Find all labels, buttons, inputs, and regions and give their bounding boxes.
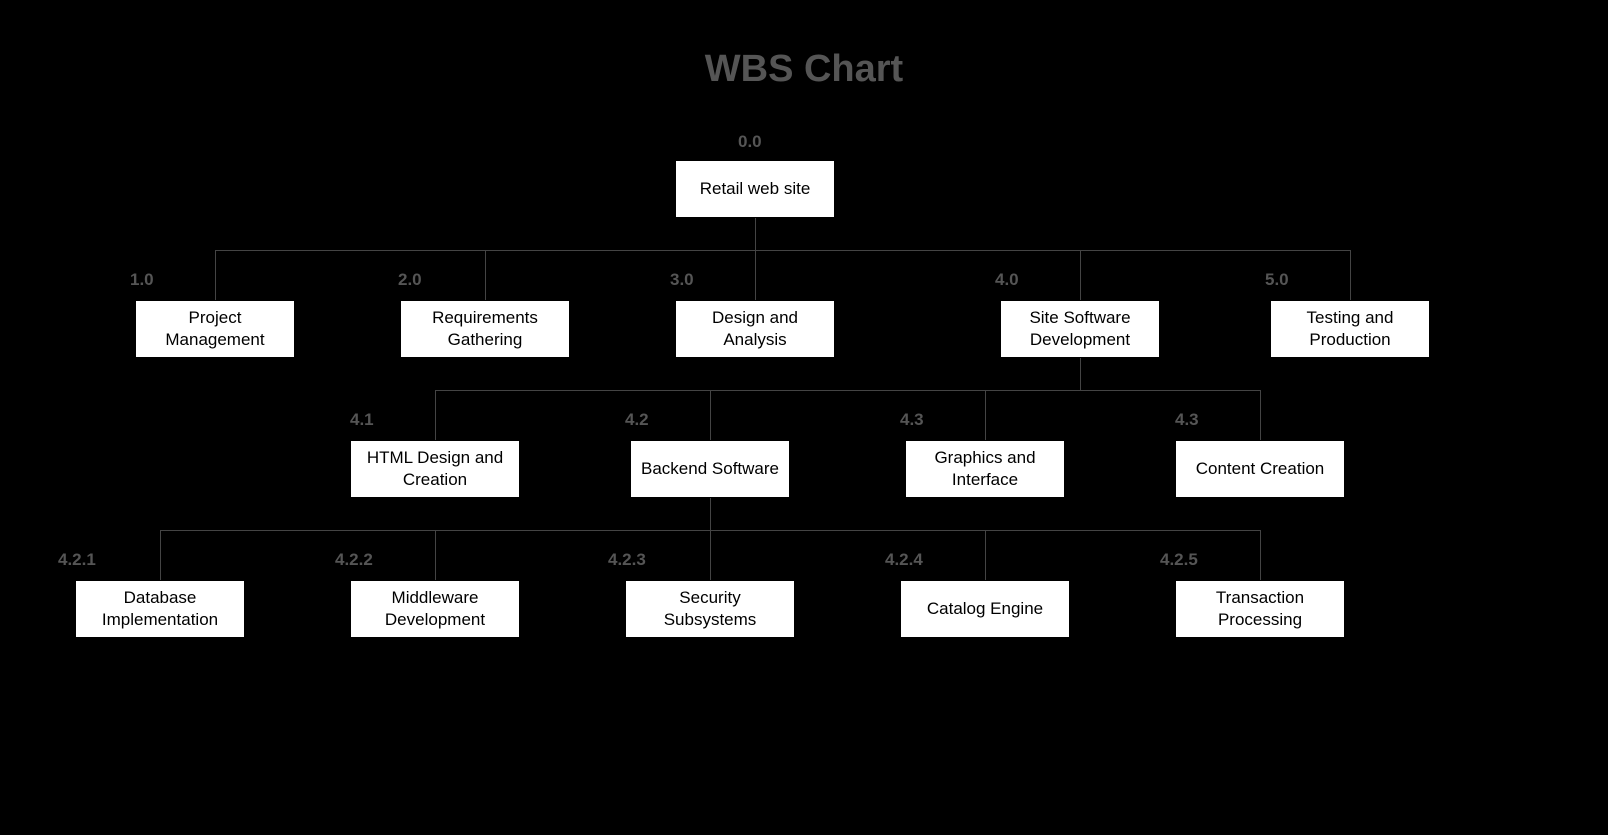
node-testing-production: Testing and Production xyxy=(1270,300,1430,358)
connector xyxy=(755,218,756,250)
connector xyxy=(1080,358,1081,390)
connector xyxy=(985,390,986,440)
node-root: Retail web site xyxy=(675,160,835,218)
connector xyxy=(755,250,756,300)
node-code: 4.2.3 xyxy=(608,550,646,570)
node-site-software-development: Site Software Development xyxy=(1000,300,1160,358)
node-backend-software: Backend Software xyxy=(630,440,790,498)
node-requirements-gathering: Requirements Gathering xyxy=(400,300,570,358)
connector xyxy=(160,530,161,580)
node-code: 4.2 xyxy=(625,410,649,430)
node-database-implementation: Database Implementation xyxy=(75,580,245,638)
node-code: 5.0 xyxy=(1265,270,1289,290)
connector xyxy=(1260,530,1261,580)
node-code: 4.2.1 xyxy=(58,550,96,570)
node-project-management: Project Management xyxy=(135,300,295,358)
chart-title: WBS Chart xyxy=(0,0,1608,91)
connector xyxy=(1080,250,1081,300)
node-code-root: 0.0 xyxy=(738,132,762,152)
connector xyxy=(1260,390,1261,440)
node-code: 3.0 xyxy=(670,270,694,290)
node-code: 4.2.2 xyxy=(335,550,373,570)
node-code: 2.0 xyxy=(398,270,422,290)
node-catalog-engine: Catalog Engine xyxy=(900,580,1070,638)
node-code: 4.2.4 xyxy=(885,550,923,570)
node-design-analysis: Design and Analysis xyxy=(675,300,835,358)
connector xyxy=(485,250,486,300)
node-transaction-processing: Transaction Processing xyxy=(1175,580,1345,638)
node-code: 4.0 xyxy=(995,270,1019,290)
node-graphics-interface: Graphics and Interface xyxy=(905,440,1065,498)
connector xyxy=(710,390,711,440)
node-html-design: HTML Design and Creation xyxy=(350,440,520,498)
connector xyxy=(985,530,986,580)
node-content-creation: Content Creation xyxy=(1175,440,1345,498)
node-middleware-development: Middleware Development xyxy=(350,580,520,638)
node-code: 4.2.5 xyxy=(1160,550,1198,570)
connector xyxy=(215,250,1350,251)
connector xyxy=(435,530,436,580)
connector xyxy=(215,250,216,300)
connector xyxy=(1350,250,1351,300)
node-code: 4.3 xyxy=(900,410,924,430)
node-code: 4.3 xyxy=(1175,410,1199,430)
node-code: 1.0 xyxy=(130,270,154,290)
connector xyxy=(435,390,436,440)
node-security-subsystems: Security Subsystems xyxy=(625,580,795,638)
connector xyxy=(710,498,711,530)
connector xyxy=(435,390,1260,391)
connector xyxy=(710,530,711,580)
node-code: 4.1 xyxy=(350,410,374,430)
